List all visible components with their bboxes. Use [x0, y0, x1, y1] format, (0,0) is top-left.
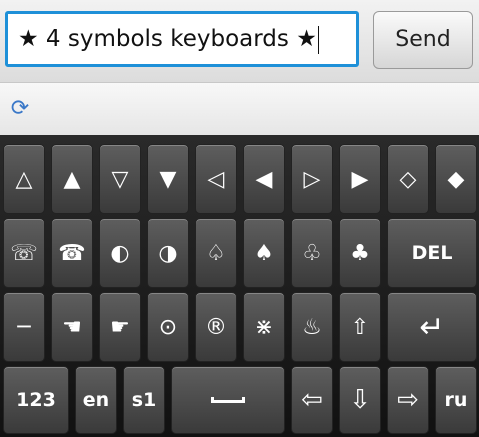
symbols-s1-key[interactable]: s1: [123, 366, 165, 434]
arrow-left-key[interactable]: ⇦: [291, 366, 333, 434]
key-white-club[interactable]: ♧: [291, 218, 333, 288]
suggestion-bar: ⟳: [0, 82, 479, 135]
key-circled-dot[interactable]: ⊙: [147, 292, 189, 362]
key-black-right-triangle[interactable]: ▶: [339, 144, 381, 214]
key-white-right-triangle[interactable]: ▷: [291, 144, 333, 214]
keyboard: △ ▲ ▽ ▼ ◁ ◀ ▷ ▶ ◇ ◆ ☏ ☎ ◐ ◑ ♤ ♠ ♧ ♣ DEL …: [0, 135, 479, 437]
key-white-telephone[interactable]: ☏: [3, 218, 45, 288]
text-caret: [317, 25, 319, 54]
key-registered[interactable]: ®: [195, 292, 237, 362]
key-white-spade[interactable]: ♤: [195, 218, 237, 288]
text-input-value: ★ 4 symbols keyboards ★: [18, 26, 317, 52]
key-black-up-triangle[interactable]: ▲: [51, 144, 93, 214]
language-ru-key[interactable]: ru: [435, 366, 477, 434]
enter-key[interactable]: ↵: [387, 292, 477, 362]
text-input[interactable]: ★ 4 symbols keyboards ★: [5, 11, 359, 67]
space-key[interactable]: [171, 366, 285, 434]
key-half-circle-right[interactable]: ◑: [147, 218, 189, 288]
arrow-down-key[interactable]: ⇩: [339, 366, 381, 434]
key-half-circle-left[interactable]: ◐: [99, 218, 141, 288]
key-hot-springs[interactable]: ♨: [291, 292, 333, 362]
key-white-up-triangle[interactable]: △: [3, 144, 45, 214]
space-icon: [211, 397, 245, 403]
key-white-diamond[interactable]: ◇: [387, 144, 429, 214]
delete-key[interactable]: DEL: [387, 218, 477, 288]
numbers-key[interactable]: 123: [3, 366, 69, 434]
key-black-diamond[interactable]: ◆: [435, 144, 477, 214]
key-pointing-right[interactable]: ☛: [99, 292, 141, 362]
refresh-icon[interactable]: ⟳: [8, 97, 32, 121]
language-en-key[interactable]: en: [75, 366, 117, 434]
arrow-right-key[interactable]: ⇨: [387, 366, 429, 434]
key-black-spade[interactable]: ♠: [243, 218, 285, 288]
key-black-telephone[interactable]: ☎: [51, 218, 93, 288]
send-button[interactable]: Send: [373, 11, 473, 69]
key-pointing-left[interactable]: ☚: [51, 292, 93, 362]
key-sparkle-cross[interactable]: ⋇: [243, 292, 285, 362]
input-bar: ★ 4 symbols keyboards ★ Send: [0, 0, 479, 82]
shift-key[interactable]: ⇧: [339, 292, 381, 362]
key-white-down-triangle[interactable]: ▽: [99, 144, 141, 214]
key-black-club[interactable]: ♣: [339, 218, 381, 288]
key-horizontal-line[interactable]: ─: [3, 292, 45, 362]
key-black-down-triangle[interactable]: ▼: [147, 144, 189, 214]
key-white-left-triangle[interactable]: ◁: [195, 144, 237, 214]
key-black-left-triangle[interactable]: ◀: [243, 144, 285, 214]
